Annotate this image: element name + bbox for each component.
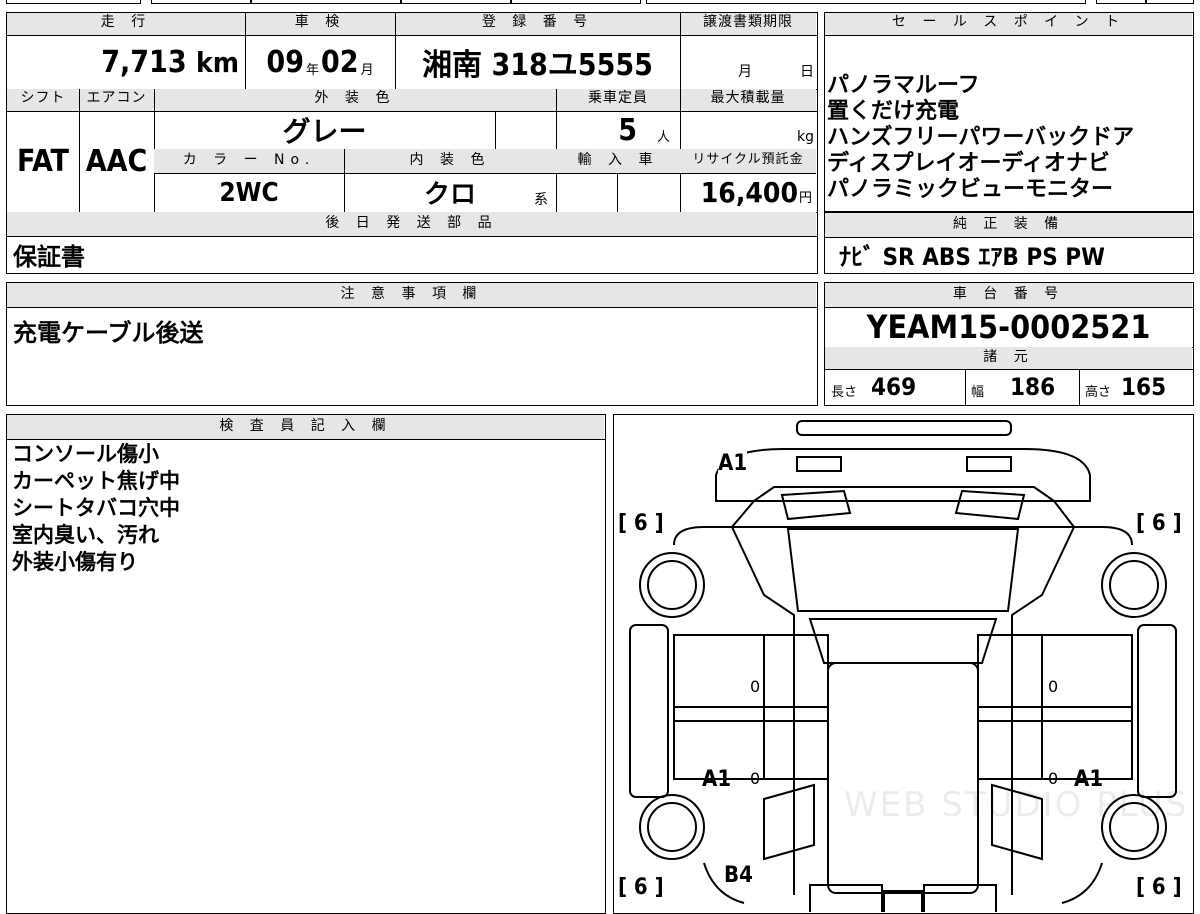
sales-points-header: セ ー ル ス ポ イ ン ト xyxy=(825,13,1192,35)
color-no-value: 2WC xyxy=(219,177,279,208)
import-header: 輸 入 車 xyxy=(556,149,680,173)
exterior-color-value: グレー xyxy=(282,115,367,148)
damage-mark-left-door: A1 xyxy=(702,767,732,792)
sales-point-item: ハンズフリーパワーバックドア xyxy=(827,125,1135,150)
inspector-line: 外装小傷有り xyxy=(12,550,138,574)
spec-length: 長さ 469 xyxy=(831,372,917,401)
car-diagram-box: [ 6 ] [ 6 ] [ 6 ] [ 6 ] A1 A1 A1 B4 0 0 … xyxy=(613,414,1194,914)
aircon-header: エアコン xyxy=(79,89,154,111)
tire-mark-front-left: [ 6 ] xyxy=(618,511,664,536)
vehicle-info-table: 走 行 車 検 登 録 番 号 譲渡書類期限 7,713 km 09 年 02 月 湘… xyxy=(6,12,818,274)
chassis-box: 車 台 番 号 YEAM15-0002521 諸 元 長さ 469 幅 186 高さ… xyxy=(824,282,1194,406)
tire-mark-rear-right: [ 6 ] xyxy=(1136,875,1182,900)
registration-value: 湘南 318ユ5555 xyxy=(422,48,653,83)
inspector-box: 検 査 員 記 入 欄 コンソール傷小 カーペット焦げ中 シートタバコ穴中 室内… xyxy=(6,414,606,914)
sales-point-item: ディスプレイオーディオナビ xyxy=(827,151,1110,176)
max-load-header: 最大積載量 xyxy=(680,89,816,111)
specs-header: 諸 元 xyxy=(825,347,1192,369)
genuine-equipment-box: 純 正 装 備 ﾅﾋﾞ SR ABS ｴｱB PS PW xyxy=(824,212,1194,274)
inspector-header: 検 査 員 記 入 欄 xyxy=(7,415,604,439)
exterior-color-header: 外 装 色 xyxy=(154,89,556,111)
shift-value: FAT xyxy=(17,144,69,179)
car-diagram xyxy=(629,420,1177,912)
sales-point-item: 置くだけ充電 xyxy=(827,99,960,124)
recycle-header: リサイクル預託金 xyxy=(680,149,816,173)
inspection-value: 09 年 02 月 xyxy=(266,44,374,80)
top-strip xyxy=(6,0,1194,4)
sales-point-item: パノラミックビューモニター xyxy=(827,177,1114,202)
chassis-value: YEAM15-0002521 xyxy=(866,308,1151,346)
inspector-line: コンソール傷小 xyxy=(12,442,159,466)
genuine-equipment-value: ﾅﾋﾞ SR ABS ｴｱB PS PW xyxy=(839,243,1105,271)
transfer-deadline-value: 月日 xyxy=(738,64,814,80)
spec-height: 高さ 165 xyxy=(1085,372,1167,401)
recycle-value: 16,400 円 xyxy=(700,176,812,209)
mileage-header: 走 行 xyxy=(7,13,245,35)
interior-color-suffix: 系 xyxy=(534,191,548,208)
spec-width: 幅 186 xyxy=(971,372,1056,401)
interior-color-value: クロ xyxy=(423,180,476,210)
later-parts-value: 保証書 xyxy=(13,242,85,271)
later-parts-header: 後 日 発 送 部 品 xyxy=(7,212,816,236)
chassis-header: 車 台 番 号 xyxy=(825,283,1192,307)
tire-mark-front-right: [ 6 ] xyxy=(1136,511,1182,536)
watermark: WEB STUDIO PLUS xyxy=(844,785,1189,825)
damage-mark-hood: A1 xyxy=(718,451,748,476)
inspector-line: シートタバコ穴中 xyxy=(12,496,180,520)
capacity-value: 5人 xyxy=(618,112,670,148)
mileage-value: 7,713 km xyxy=(101,44,239,80)
sales-points-box: セ ー ル ス ポ イ ン ト パノラマルーフ 置くだけ充電 ハンズフリーパワー… xyxy=(824,12,1194,212)
notes-box: 注 意 事 項 欄 充電ケーブル後送 xyxy=(6,282,818,406)
notes-value: 充電ケーブル後送 xyxy=(13,319,204,347)
door-mark-rear-left: 0 xyxy=(750,769,761,788)
registration-header: 登 録 番 号 xyxy=(395,13,680,35)
aircon-value: AAC xyxy=(85,144,148,179)
capacity-header: 乗車定員 xyxy=(556,89,680,111)
inspector-line: 室内臭い、汚れ xyxy=(12,523,159,547)
inspection-header: 車 検 xyxy=(245,13,395,35)
door-mark-front-right: 0 xyxy=(1048,677,1059,696)
genuine-equipment-header: 純 正 装 備 xyxy=(825,213,1192,237)
tire-mark-rear-left: [ 6 ] xyxy=(618,875,664,900)
transfer-deadline-header: 譲渡書類期限 xyxy=(680,13,816,35)
interior-color-header: 内 装 色 xyxy=(344,149,556,173)
door-mark-front-left: 0 xyxy=(750,677,761,696)
notes-header: 注 意 事 項 欄 xyxy=(7,283,816,307)
mileage-unit: km xyxy=(196,45,239,79)
shift-header: シフト xyxy=(7,89,79,111)
sales-points-list: パノラマルーフ 置くだけ充電 ハンズフリーパワーバックドア ディスプレイオーディ… xyxy=(827,73,1134,203)
inspector-notes: コンソール傷小 カーペット焦げ中 シートタバコ穴中 室内臭い、汚れ 外装小傷有り xyxy=(12,441,180,576)
max-load-value: kg xyxy=(797,129,814,145)
color-no-header: カ ラ ー No. xyxy=(154,149,344,173)
inspector-line: カーペット焦げ中 xyxy=(12,469,180,493)
damage-mark-rear-quarter: B4 xyxy=(724,863,753,888)
sales-point-item: パノラマルーフ xyxy=(827,73,980,98)
